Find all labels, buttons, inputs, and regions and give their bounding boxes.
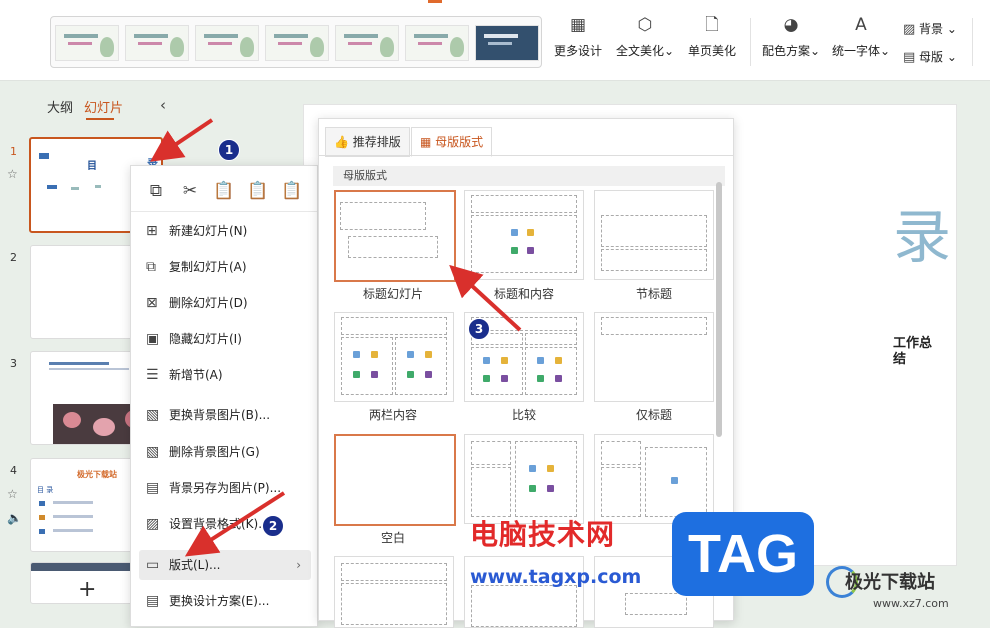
brand-url: www.xz7.com (873, 597, 949, 610)
watermark-url: www.tagxp.com (470, 566, 642, 588)
step-badge-2: 2 (262, 515, 284, 537)
arrow-to-title-layout (449, 264, 522, 332)
watermark-tag-logo: TAG (672, 512, 814, 596)
brand-name: 极光下载站 (845, 572, 935, 593)
step-badge-3: 3 (468, 318, 490, 340)
step-badge-1: 1 (218, 139, 240, 161)
arrow-to-slide-1 (150, 118, 214, 162)
watermark-text: 电脑技术网 (470, 518, 616, 551)
